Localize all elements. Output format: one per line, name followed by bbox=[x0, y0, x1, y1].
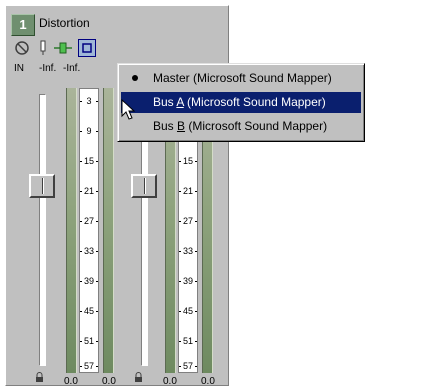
scale-tick: 15 bbox=[80, 156, 98, 166]
scale-tick: 51 bbox=[80, 336, 98, 346]
checked-bullet-icon bbox=[132, 75, 138, 81]
input-fader-track[interactable] bbox=[39, 94, 46, 366]
lock-icon[interactable] bbox=[35, 372, 44, 382]
lock-icon[interactable] bbox=[134, 372, 143, 382]
input-fader-thumb[interactable] bbox=[29, 174, 55, 198]
scale-tick: 21 bbox=[179, 186, 197, 196]
left-peak-readout: 0.0 bbox=[64, 376, 78, 387]
bypass-icon[interactable] bbox=[14, 39, 30, 57]
scale-tick: 3 bbox=[80, 96, 98, 106]
scale-tick: 27 bbox=[80, 216, 98, 226]
scale-tick: 45 bbox=[80, 306, 98, 316]
mouse-pointer-icon bbox=[121, 99, 136, 120]
right-peak-readout: 0.0 bbox=[102, 376, 116, 387]
output-device-menu: Master (Microsoft Sound Mapper) Bus A (M… bbox=[117, 63, 365, 142]
scale-tick: 33 bbox=[80, 246, 98, 256]
bus-right-readout: 0.0 bbox=[201, 376, 215, 387]
menu-item-label: Bus B (Microsoft Sound Mapper) bbox=[153, 119, 328, 133]
menu-item-bus-b[interactable]: Bus B (Microsoft Sound Mapper) bbox=[121, 116, 361, 137]
scale-tick: 57 bbox=[179, 361, 197, 371]
scale-tick: 15 bbox=[179, 156, 197, 166]
route-icon[interactable] bbox=[53, 39, 73, 57]
right-meter bbox=[103, 88, 114, 373]
input-label: IN bbox=[14, 63, 24, 74]
scale-tick: 21 bbox=[80, 186, 98, 196]
scale-tick: 51 bbox=[179, 336, 197, 346]
strip-title: Distortion bbox=[39, 16, 90, 30]
menu-item-master[interactable]: Master (Microsoft Sound Mapper) bbox=[121, 68, 361, 89]
left-peak-label: -Inf. bbox=[39, 63, 57, 74]
left-meter bbox=[66, 88, 77, 373]
scale-tick: 39 bbox=[80, 276, 98, 286]
scale-tick: 45 bbox=[179, 306, 197, 316]
output-fader-thumb[interactable] bbox=[131, 174, 157, 198]
menu-item-bus-a[interactable]: Bus A (Microsoft Sound Mapper) bbox=[121, 92, 361, 113]
insert-icon[interactable] bbox=[39, 39, 47, 57]
scale-tick: 27 bbox=[179, 216, 197, 226]
output-icon[interactable] bbox=[78, 39, 96, 57]
scale-tick: 39 bbox=[179, 276, 197, 286]
strip-number-badge[interactable]: 1 bbox=[11, 14, 35, 36]
menu-item-label: Bus A (Microsoft Sound Mapper) bbox=[153, 95, 326, 109]
left-db-scale: 3 9 15 21 27 33 39 45 51 57 bbox=[79, 88, 99, 373]
scale-tick: 33 bbox=[179, 246, 197, 256]
scale-tick: 9 bbox=[80, 126, 98, 136]
menu-item-label: Master (Microsoft Sound Mapper) bbox=[153, 71, 332, 85]
right-peak-label: -Inf. bbox=[63, 63, 81, 74]
scale-tick: 57 bbox=[80, 361, 98, 371]
bus-left-readout: 0.0 bbox=[163, 376, 177, 387]
